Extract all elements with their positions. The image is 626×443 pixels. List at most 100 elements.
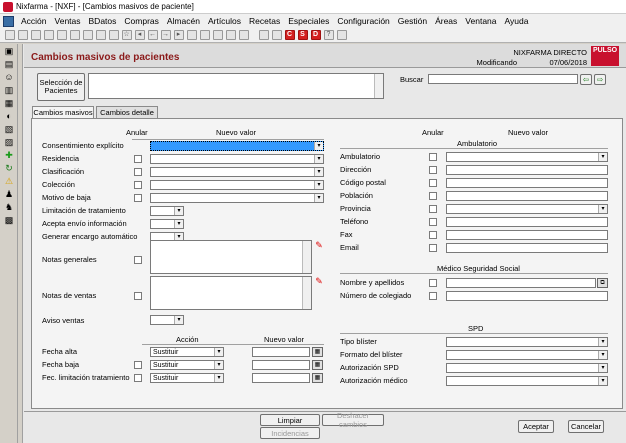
- d-badge-icon[interactable]: D: [310, 30, 321, 40]
- stock-icon[interactable]: ▨: [3, 137, 15, 148]
- grid-icon[interactable]: ▩: [3, 215, 15, 226]
- notas-ventas-scrollbar[interactable]: [302, 277, 311, 309]
- coleccion-select[interactable]: ▾: [150, 180, 324, 190]
- chevron-down-icon[interactable]: ▾: [598, 338, 607, 346]
- email-input[interactable]: [446, 243, 608, 253]
- chevron-down-icon[interactable]: ▾: [598, 364, 607, 372]
- menu-ayuda[interactable]: Ayuda: [501, 16, 533, 26]
- ambulatorio-anular-checkbox[interactable]: [429, 153, 437, 161]
- next-icon[interactable]: →: [160, 30, 171, 40]
- menu-compras[interactable]: Compras: [120, 16, 162, 26]
- lookup-icon[interactable]: ⧉: [597, 278, 608, 288]
- filter-icon[interactable]: [82, 30, 93, 40]
- coleccion-anular-checkbox[interactable]: [134, 181, 142, 189]
- sort-icon[interactable]: [108, 30, 119, 40]
- acepta-envio-select[interactable]: ▾: [150, 219, 184, 229]
- shelf-icon[interactable]: ▦: [3, 98, 15, 109]
- chevron-down-icon[interactable]: ▾: [314, 155, 323, 163]
- provincia-select[interactable]: ▾: [446, 204, 608, 214]
- fec-limitacion-anular-checkbox[interactable]: [134, 374, 142, 382]
- pill-icon[interactable]: ◐: [3, 111, 15, 122]
- residencia-select[interactable]: ▾: [150, 154, 324, 164]
- buscar-input[interactable]: [428, 74, 578, 84]
- incidencias-button[interactable]: Incidencias: [260, 427, 320, 439]
- provincia-anular-checkbox[interactable]: [429, 205, 437, 213]
- seleccion-list[interactable]: [88, 73, 384, 99]
- mdi-window-icon[interactable]: [3, 15, 14, 27]
- chevron-down-icon[interactable]: ▾: [214, 361, 223, 369]
- aviso-ventas-select[interactable]: ▾: [150, 315, 184, 325]
- menu-especiales[interactable]: Especiales: [284, 16, 333, 26]
- refresh-icon[interactable]: ↻: [3, 163, 15, 174]
- fec-limitacion-accion-select[interactable]: Sustituir ▾: [150, 373, 224, 383]
- card-icon[interactable]: ▤: [3, 59, 15, 70]
- autorizacion-spd-select[interactable]: ▾: [446, 363, 608, 373]
- home-icon[interactable]: [336, 30, 347, 40]
- print-icon[interactable]: [186, 30, 197, 40]
- patient-icon[interactable]: ☺: [3, 72, 15, 83]
- chevron-down-icon[interactable]: ▾: [314, 194, 323, 202]
- clasificacion-anular-checkbox[interactable]: [134, 168, 142, 176]
- forward-arrow-icon[interactable]: ⇨: [594, 74, 606, 85]
- calendar-icon[interactable]: ▦: [312, 360, 323, 370]
- fecha-baja-input[interactable]: [252, 360, 310, 370]
- motivo-baja-anular-checkbox[interactable]: [134, 194, 142, 202]
- chevron-down-icon[interactable]: ▾: [214, 348, 223, 356]
- chevron-down-icon[interactable]: ▾: [598, 205, 607, 213]
- nombre-apellidos-anular-checkbox[interactable]: [429, 279, 437, 287]
- chevron-down-icon[interactable]: ▾: [214, 374, 223, 382]
- cancelar-button[interactable]: Cancelar: [568, 420, 604, 433]
- chevron-down-icon[interactable]: ▾: [598, 351, 607, 359]
- calendar-icon[interactable]: ▦: [312, 347, 323, 357]
- tipo-blister-select[interactable]: ▾: [446, 337, 608, 347]
- copy-icon[interactable]: [56, 30, 67, 40]
- telefono-anular-checkbox[interactable]: [429, 218, 437, 226]
- menu-ventas[interactable]: Ventas: [51, 16, 85, 26]
- notas-ventas-anular-checkbox[interactable]: [134, 292, 142, 300]
- s-badge-icon[interactable]: S: [297, 30, 308, 40]
- chevron-down-icon[interactable]: ▾: [174, 316, 183, 324]
- ambulatorio-select[interactable]: ▾: [446, 152, 608, 162]
- telefono-input[interactable]: [446, 217, 608, 227]
- notas-generales-scrollbar[interactable]: [302, 241, 311, 273]
- stop-icon[interactable]: [238, 30, 249, 40]
- menu-almacen[interactable]: Almacén: [163, 16, 204, 26]
- formato-blister-select[interactable]: ▾: [446, 350, 608, 360]
- fecha-baja-anular-checkbox[interactable]: [134, 361, 142, 369]
- autorizacion-medico-select[interactable]: ▾: [446, 376, 608, 386]
- cross-icon[interactable]: ✚: [3, 150, 15, 161]
- sales-icon[interactable]: ▣: [3, 46, 15, 57]
- seleccion-scrollbar[interactable]: [374, 74, 383, 98]
- menu-accion[interactable]: Acción: [17, 16, 51, 26]
- chevron-down-icon[interactable]: ▾: [174, 207, 183, 215]
- menu-ventana[interactable]: Ventana: [461, 16, 500, 26]
- group-icon[interactable]: ♞: [3, 202, 15, 213]
- query-icon[interactable]: [69, 30, 80, 40]
- tab-cambios-detalle[interactable]: Cambios detalle: [96, 106, 158, 118]
- notes-icon[interactable]: [258, 30, 269, 40]
- menu-bdatos[interactable]: BDatos: [85, 16, 121, 26]
- seleccion-pacientes-button[interactable]: Selección de Pacientes: [37, 73, 85, 101]
- nombre-apellidos-input[interactable]: [446, 278, 596, 288]
- list-icon[interactable]: [95, 30, 106, 40]
- numero-colegiado-input[interactable]: [446, 291, 608, 301]
- limpiar-button[interactable]: Limpiar: [260, 414, 320, 426]
- codigo-postal-input[interactable]: [446, 178, 608, 188]
- menu-configuracion[interactable]: Configuración: [333, 16, 393, 26]
- motivo-baja-select[interactable]: ▾: [150, 193, 324, 203]
- email-anular-checkbox[interactable]: [429, 244, 437, 252]
- consentimiento-select[interactable]: ▾: [150, 141, 324, 151]
- direccion-anular-checkbox[interactable]: [429, 166, 437, 174]
- fecha-baja-accion-select[interactable]: Sustituir ▾: [150, 360, 224, 370]
- notas-generales-anular-checkbox[interactable]: [134, 256, 142, 264]
- poblacion-input[interactable]: [446, 191, 608, 201]
- chevron-down-icon[interactable]: ▾: [314, 181, 323, 189]
- clasificacion-select[interactable]: ▾: [150, 167, 324, 177]
- help-icon[interactable]: ?: [323, 30, 334, 40]
- first-icon[interactable]: ◂: [134, 30, 145, 40]
- pencil-icon[interactable]: ✎: [314, 240, 324, 250]
- pencil-icon[interactable]: ✎: [314, 276, 324, 286]
- fec-limitacion-input[interactable]: [252, 373, 310, 383]
- save-icon[interactable]: [30, 30, 41, 40]
- fecha-alta-accion-select[interactable]: Sustituir ▾: [150, 347, 224, 357]
